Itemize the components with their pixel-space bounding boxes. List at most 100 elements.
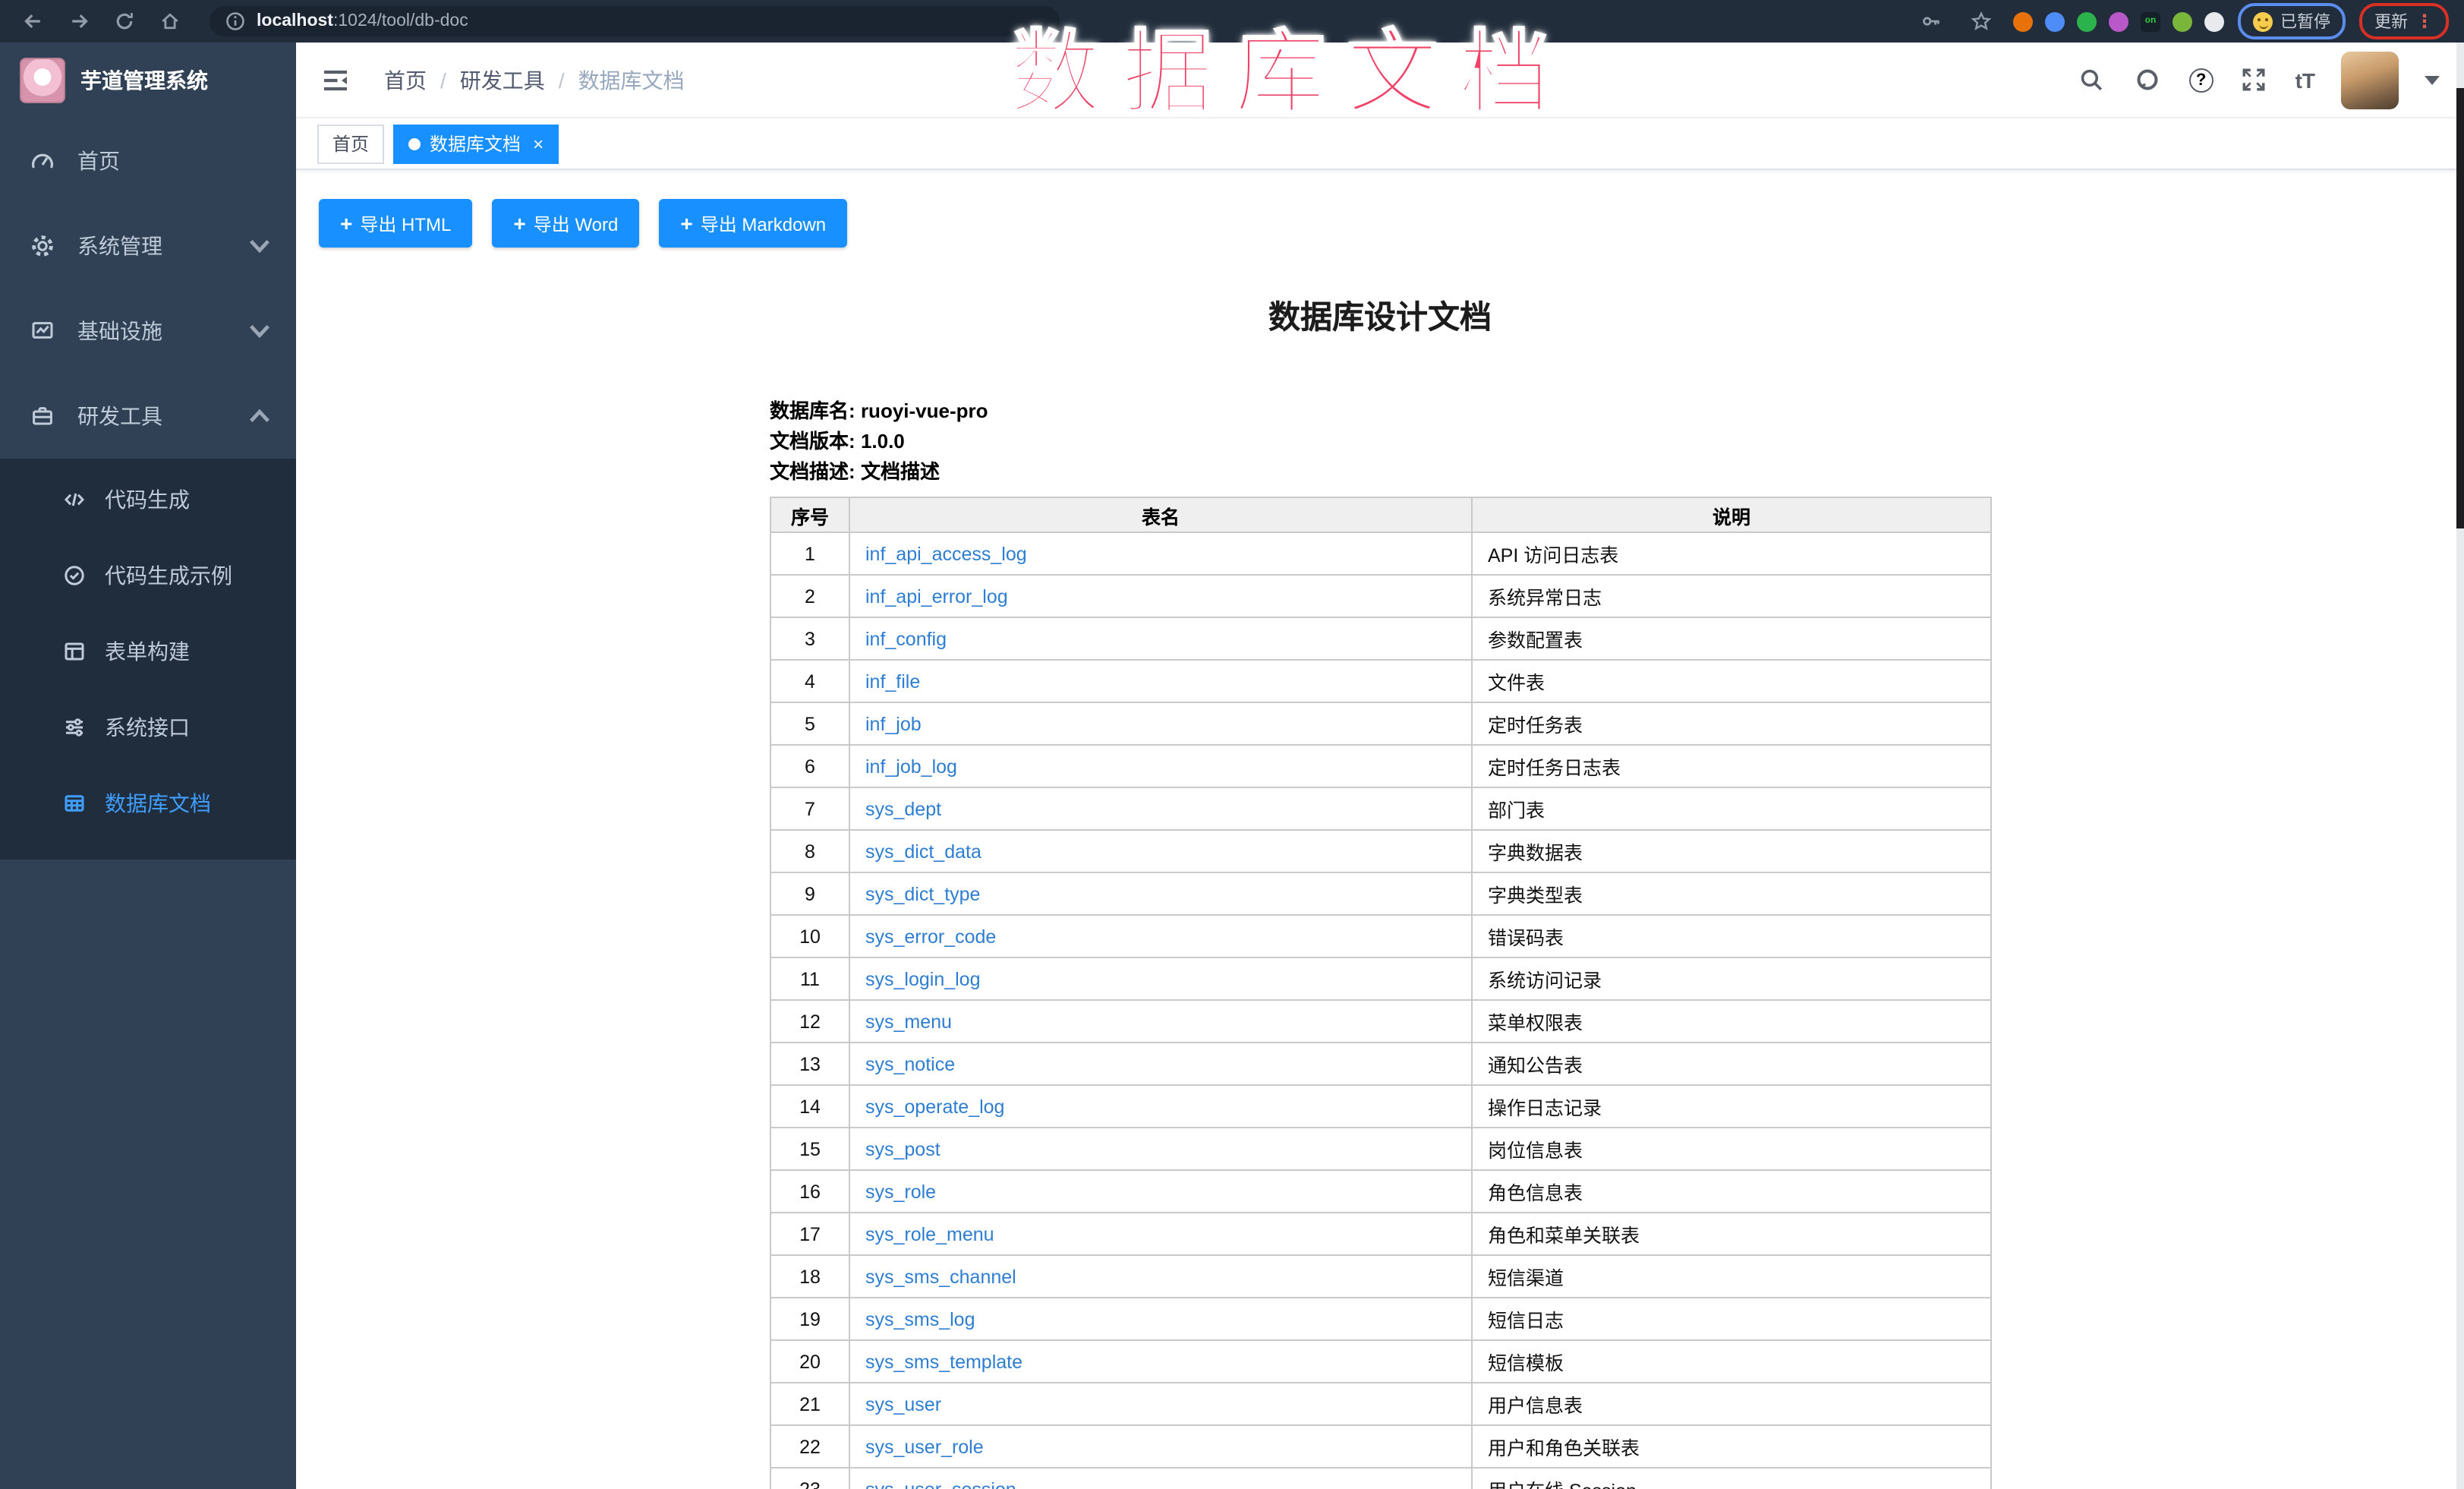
scrollbar-thumb[interactable] xyxy=(2456,88,2464,528)
extension-on-icon[interactable]: on xyxy=(2141,11,2160,31)
table-name-link[interactable]: sys_operate_log xyxy=(865,1096,1004,1117)
extension-grid-icon[interactable] xyxy=(2109,11,2128,31)
sidebar-item-label: 代码生成 xyxy=(105,484,190,515)
row-index: 20 xyxy=(770,1340,849,1383)
table-name-link[interactable]: sys_sms_channel xyxy=(865,1266,1016,1287)
sidebar-item-dev-tools[interactable]: 研发工具 xyxy=(0,374,296,459)
infrastructure-icon xyxy=(30,319,55,343)
home-icon[interactable] xyxy=(158,9,182,33)
extension-puzzle-icon[interactable] xyxy=(2204,11,2224,31)
site-info-icon[interactable] xyxy=(223,9,247,33)
row-table-name: sys_user_session xyxy=(849,1468,1472,1489)
table-name-link[interactable]: inf_config xyxy=(865,628,947,649)
user-menu-caret-icon[interactable] xyxy=(2425,75,2440,84)
breadcrumb-dev-tools[interactable]: 研发工具 xyxy=(460,65,545,95)
table-name-link[interactable]: sys_user_role xyxy=(865,1436,984,1457)
bookmark-star-icon[interactable] xyxy=(1969,9,1993,33)
password-key-icon[interactable] xyxy=(1919,9,1943,33)
tag-close-icon[interactable] xyxy=(533,134,544,153)
row-desc: 错误码表 xyxy=(1472,915,1991,957)
row-desc: 定时任务日志表 xyxy=(1472,745,1991,787)
help-icon[interactable] xyxy=(2189,68,2214,92)
row-table-name: sys_menu xyxy=(849,1000,1472,1043)
table-name-link[interactable]: sys_sms_template xyxy=(865,1351,1022,1372)
doc-version-value: 1.0.0 xyxy=(861,430,905,453)
doc-version-line: 文档版本: 1.0.0 xyxy=(770,427,1990,457)
browser-menu-icon[interactable]: ⋮ xyxy=(2415,14,2434,29)
table-row: 15sys_post岗位信息表 xyxy=(770,1128,1991,1170)
url-bar[interactable]: localhost:1024/tool/db-doc xyxy=(210,6,1060,36)
extension-pin-icon[interactable] xyxy=(2045,11,2065,31)
table-icon xyxy=(62,791,87,815)
export-word-button[interactable]: 导出 Word xyxy=(492,199,639,248)
sidebar-item-code-example[interactable]: 代码生成示例 xyxy=(0,538,296,614)
db-name-value: ruoyi-vue-pro xyxy=(861,399,988,422)
reload-icon[interactable] xyxy=(112,9,137,33)
table-name-link[interactable]: inf_api_access_log xyxy=(865,543,1027,564)
sidebar-collapse-icon[interactable] xyxy=(320,65,351,95)
table-row: 11sys_login_log系统访问记录 xyxy=(770,957,1991,1000)
table-name-link[interactable]: sys_sms_log xyxy=(865,1308,975,1330)
table-name-link[interactable]: sys_dict_type xyxy=(865,883,980,904)
row-index: 15 xyxy=(770,1128,849,1170)
table-name-link[interactable]: sys_menu xyxy=(865,1011,952,1032)
table-name-link[interactable]: sys_login_log xyxy=(865,968,981,989)
sidebar-item-form-builder[interactable]: 表单构建 xyxy=(0,614,296,689)
table-name-link[interactable]: sys_role xyxy=(865,1181,936,1202)
tampermonkey-paused-badge[interactable]: 已暂停 xyxy=(2238,3,2346,39)
table-name-link[interactable]: sys_post xyxy=(865,1138,941,1159)
table-row: 2inf_api_error_log系统异常日志 xyxy=(770,575,1991,617)
forward-icon[interactable] xyxy=(67,9,91,33)
breadcrumb-separator: / xyxy=(559,68,565,92)
table-name-link[interactable]: inf_job_log xyxy=(865,756,957,777)
row-table-name: sys_sms_template xyxy=(849,1340,1472,1383)
table-name-link[interactable]: sys_user xyxy=(865,1393,941,1415)
document-title: 数据库设计文档 xyxy=(770,293,1990,339)
sidebar-item-system-api[interactable]: 系统接口 xyxy=(0,689,296,765)
table-name-link[interactable]: sys_error_code xyxy=(865,926,996,947)
table-name-link[interactable]: inf_api_error_log xyxy=(865,585,1008,607)
table-row: 10sys_error_code错误码表 xyxy=(770,915,1991,957)
sidebar-item-db-doc[interactable]: 数据库文档 xyxy=(0,765,296,841)
table-name-link[interactable]: inf_job xyxy=(865,713,922,734)
fullscreen-icon[interactable] xyxy=(2239,65,2270,95)
sidebar-item-label: 系统接口 xyxy=(105,712,190,743)
table-name-link[interactable]: sys_role_menu xyxy=(865,1223,994,1245)
table-row: 13sys_notice通知公告表 xyxy=(770,1043,1991,1085)
table-name-link[interactable]: sys_dept xyxy=(865,798,941,819)
table-name-link[interactable]: sys_dict_data xyxy=(865,841,982,862)
back-icon[interactable] xyxy=(21,9,46,33)
table-name-link[interactable]: sys_notice xyxy=(865,1053,955,1074)
export-html-button[interactable]: 导出 HTML xyxy=(319,199,472,248)
page-scrollbar[interactable] xyxy=(2456,43,2464,1489)
tag-label: 数据库文档 xyxy=(430,131,521,156)
table-name-link[interactable]: sys_user_session xyxy=(865,1478,1016,1489)
app-logo-row[interactable]: 芋道管理系统 xyxy=(0,43,296,118)
table-name-link[interactable]: inf_file xyxy=(865,670,920,692)
chevron-down-icon xyxy=(247,319,272,343)
sidebar-item-code-generation[interactable]: 代码生成 xyxy=(0,462,296,538)
font-size-icon[interactable]: tT xyxy=(2295,68,2315,92)
sidebar-item-infrastructure[interactable]: 基础设施 xyxy=(0,289,296,374)
tag-db-doc[interactable]: 数据库文档 xyxy=(393,124,559,163)
row-index: 13 xyxy=(770,1043,849,1085)
github-icon[interactable] xyxy=(2133,65,2163,95)
sidebar-item-label: 代码生成示例 xyxy=(105,560,232,591)
breadcrumb-separator: / xyxy=(440,68,446,92)
tag-home[interactable]: 首页 xyxy=(317,124,384,163)
sidebar-item-system[interactable]: 系统管理 xyxy=(0,203,296,289)
search-icon[interactable] xyxy=(2077,65,2107,95)
app-logo xyxy=(20,58,65,103)
extension-check-icon[interactable] xyxy=(2077,11,2097,31)
sidebar-item-home[interactable]: 首页 xyxy=(0,118,296,203)
row-index: 21 xyxy=(770,1383,849,1425)
extension-orange-icon[interactable] xyxy=(2013,11,2033,31)
export-markdown-button[interactable]: 导出 Markdown xyxy=(659,199,847,248)
row-desc: 部门表 xyxy=(1472,787,1991,830)
table-row: 5inf_job定时任务表 xyxy=(770,702,1991,745)
extension-leaf-icon[interactable] xyxy=(2173,11,2192,31)
breadcrumb-home[interactable]: 首页 xyxy=(384,65,427,95)
row-index: 14 xyxy=(770,1085,849,1128)
chrome-update-button[interactable]: 更新 ⋮ xyxy=(2359,3,2449,39)
user-avatar[interactable] xyxy=(2341,51,2399,109)
